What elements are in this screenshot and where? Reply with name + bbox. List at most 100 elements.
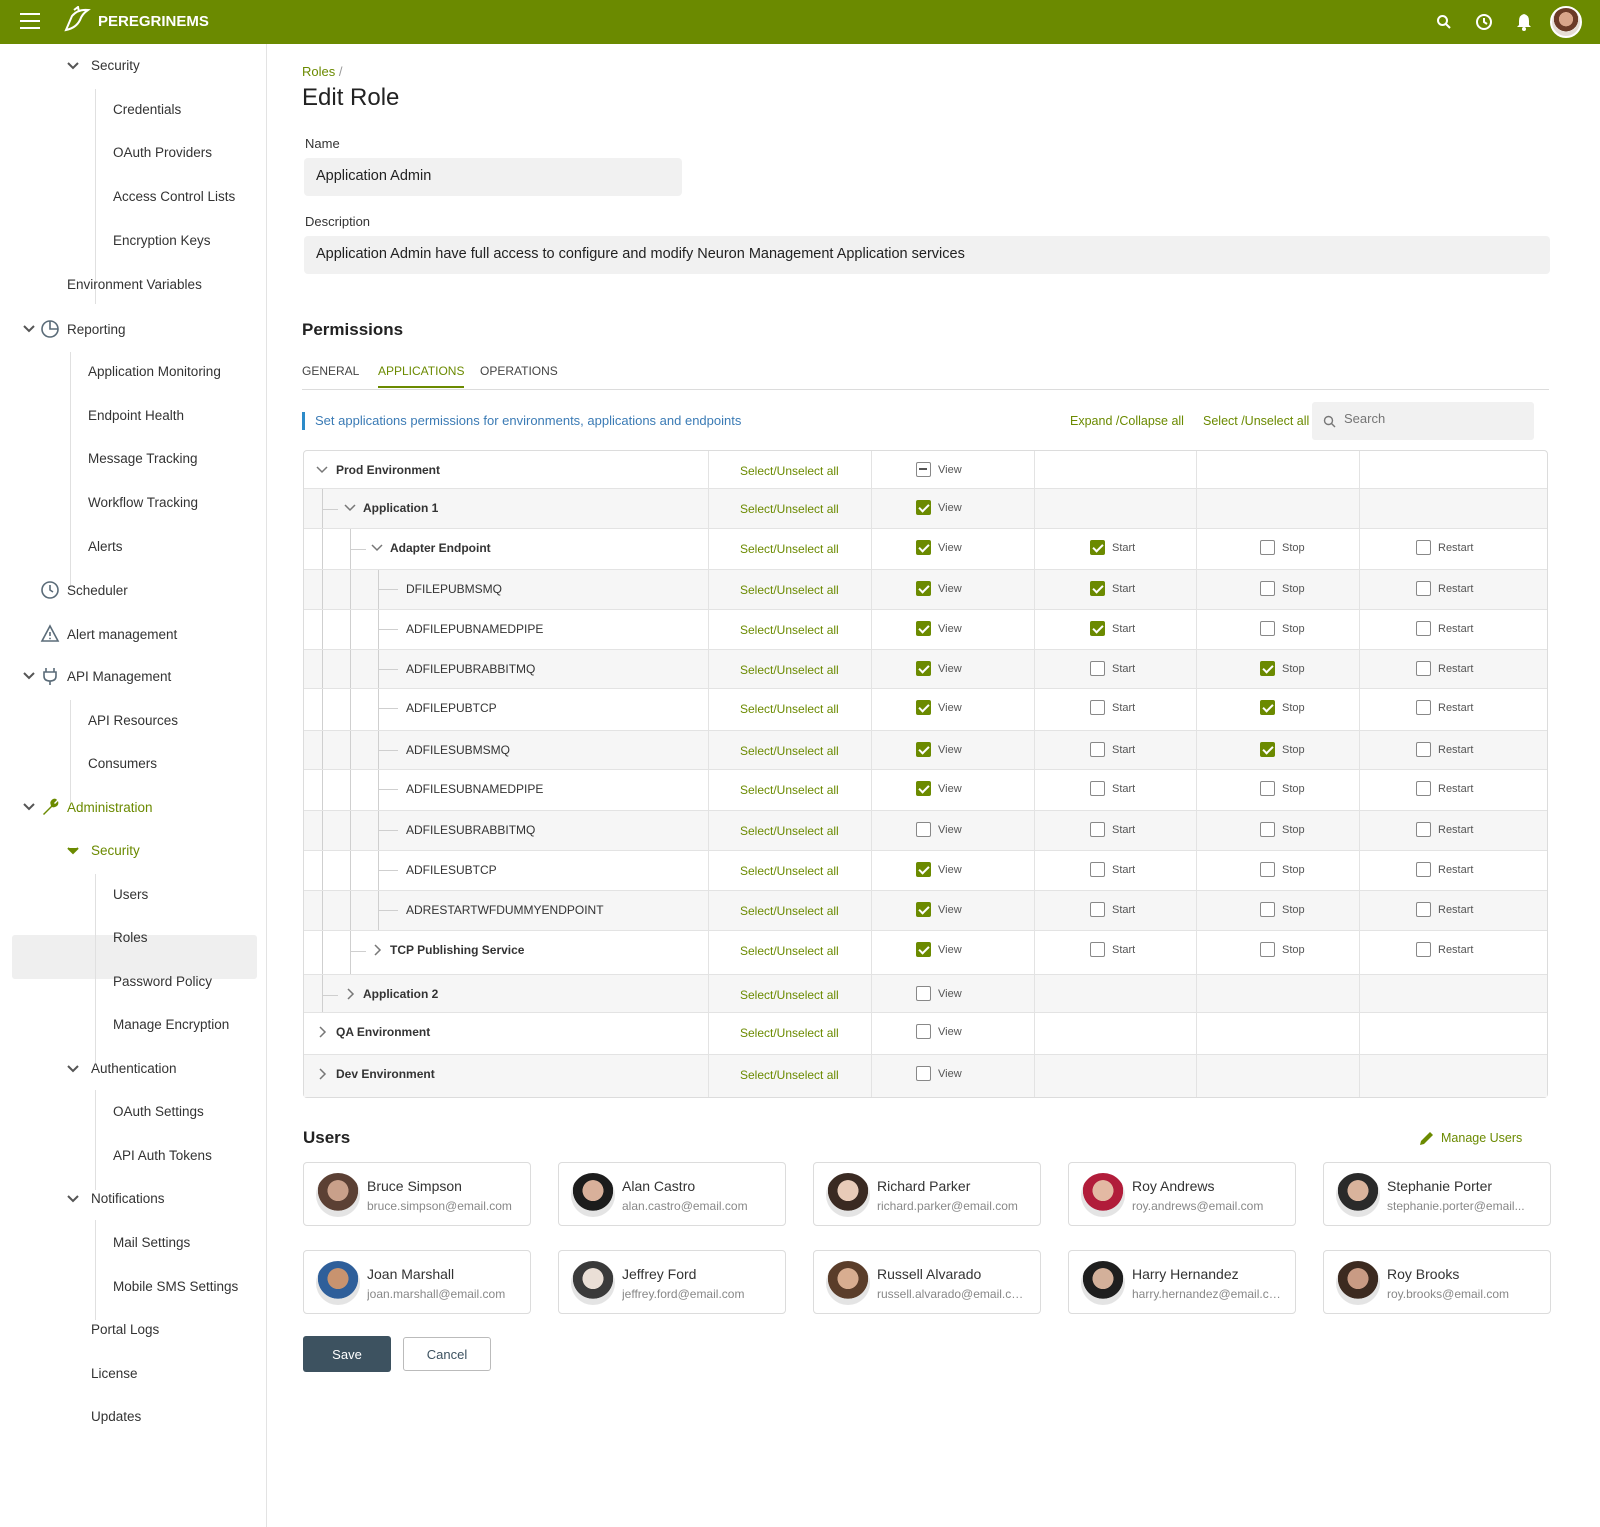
- sidebar-item-oauth-settings[interactable]: OAuth Settings: [113, 1104, 204, 1119]
- chevron-right-icon[interactable]: [371, 944, 383, 956]
- permission-start-checkbox[interactable]: Start: [1090, 862, 1135, 877]
- sidebar-item-administration[interactable]: Administration: [67, 800, 153, 815]
- row-select-unselect-link[interactable]: Select/Unselect all: [740, 944, 839, 958]
- permission-view-checkbox[interactable]: View: [916, 822, 962, 837]
- row-select-unselect-link[interactable]: Select/Unselect all: [740, 904, 839, 918]
- sidebar-item-environment-variables[interactable]: Environment Variables: [67, 277, 202, 292]
- row-select-unselect-link[interactable]: Select/Unselect all: [740, 824, 839, 838]
- permission-stop-checkbox[interactable]: Stop: [1260, 862, 1305, 877]
- chevron-down-icon[interactable]: [66, 61, 80, 71]
- permission-stop-checkbox[interactable]: Stop: [1260, 942, 1305, 957]
- permission-restart-checkbox[interactable]: Restart: [1416, 781, 1473, 796]
- sidebar-item-roles[interactable]: Roles: [113, 930, 148, 945]
- sidebar-item-application-monitoring[interactable]: Application Monitoring: [88, 364, 221, 379]
- tab-operations[interactable]: OPERATIONS: [480, 364, 558, 386]
- sidebar-item-api-auth-tokens[interactable]: API Auth Tokens: [113, 1148, 212, 1163]
- permission-restart-checkbox[interactable]: Restart: [1416, 902, 1473, 917]
- row-select-unselect-link[interactable]: Select/Unselect all: [740, 542, 839, 556]
- chevron-down-icon[interactable]: [344, 502, 356, 514]
- permission-stop-checkbox[interactable]: Stop: [1260, 540, 1305, 555]
- permission-view-checkbox[interactable]: View: [916, 621, 962, 636]
- chevron-down-icon[interactable]: [66, 846, 80, 856]
- permission-view-checkbox[interactable]: View: [916, 500, 962, 515]
- permission-restart-checkbox[interactable]: Restart: [1416, 942, 1473, 957]
- permission-view-checkbox[interactable]: View: [916, 462, 962, 477]
- permission-start-checkbox[interactable]: Start: [1090, 661, 1135, 676]
- permission-view-checkbox[interactable]: View: [916, 986, 962, 1001]
- permission-view-checkbox[interactable]: View: [916, 902, 962, 917]
- permission-view-checkbox[interactable]: View: [916, 540, 962, 555]
- permission-restart-checkbox[interactable]: Restart: [1416, 742, 1473, 757]
- chevron-right-icon[interactable]: [316, 1026, 328, 1038]
- permission-view-checkbox[interactable]: View: [916, 862, 962, 877]
- sidebar-item-admin-security[interactable]: Security: [91, 843, 140, 858]
- permission-view-checkbox[interactable]: View: [916, 1066, 962, 1081]
- user-card[interactable]: Harry Hernandez harry.hernandez@email.com: [1068, 1250, 1296, 1314]
- chevron-down-icon[interactable]: [22, 802, 36, 812]
- breadcrumb-roles-link[interactable]: Roles: [302, 64, 335, 79]
- sidebar-item-oauth-providers[interactable]: OAuth Providers: [113, 145, 212, 160]
- expand-collapse-all-link[interactable]: Expand /Collapse all: [1070, 414, 1184, 428]
- sidebar-item-api-resources[interactable]: API Resources: [88, 713, 178, 728]
- manage-users-button[interactable]: Manage Users: [1418, 1129, 1522, 1147]
- sidebar-item-updates[interactable]: Updates: [91, 1409, 141, 1424]
- row-select-unselect-link[interactable]: Select/Unselect all: [740, 464, 839, 478]
- user-card[interactable]: Bruce Simpson bruce.simpson@email.com: [303, 1162, 531, 1226]
- permission-restart-checkbox[interactable]: Restart: [1416, 700, 1473, 715]
- search-input[interactable]: [1344, 411, 1524, 426]
- sidebar-item-notifications[interactable]: Notifications: [91, 1191, 165, 1206]
- permission-start-checkbox[interactable]: Start: [1090, 822, 1135, 837]
- sidebar-item-scheduler[interactable]: Scheduler: [67, 583, 128, 598]
- permission-view-checkbox[interactable]: View: [916, 1024, 962, 1039]
- permission-view-checkbox[interactable]: View: [916, 942, 962, 957]
- select-unselect-all-link[interactable]: Select /Unselect all: [1203, 414, 1309, 428]
- user-card[interactable]: Alan Castro alan.castro@email.com: [558, 1162, 786, 1226]
- name-input[interactable]: Application Admin: [304, 158, 682, 196]
- sidebar-item-consumers[interactable]: Consumers: [88, 756, 157, 771]
- user-card[interactable]: Jeffrey Ford jeffrey.ford@email.com: [558, 1250, 786, 1314]
- chevron-down-icon[interactable]: [66, 1194, 80, 1204]
- chevron-down-icon[interactable]: [22, 671, 36, 681]
- permission-stop-checkbox[interactable]: Stop: [1260, 581, 1305, 596]
- sidebar-item-security[interactable]: Security: [91, 58, 140, 73]
- sidebar-item-access-control-lists[interactable]: Access Control Lists: [113, 189, 235, 204]
- user-card[interactable]: Roy Andrews roy.andrews@email.com: [1068, 1162, 1296, 1226]
- user-card[interactable]: Joan Marshall joan.marshall@email.com: [303, 1250, 531, 1314]
- permission-start-checkbox[interactable]: Start: [1090, 781, 1135, 796]
- permission-stop-checkbox[interactable]: Stop: [1260, 822, 1305, 837]
- row-select-unselect-link[interactable]: Select/Unselect all: [740, 744, 839, 758]
- sidebar-item-mobile-sms-settings[interactable]: Mobile SMS Settings: [113, 1279, 238, 1294]
- row-select-unselect-link[interactable]: Select/Unselect all: [740, 1026, 839, 1040]
- cancel-button[interactable]: Cancel: [403, 1337, 491, 1371]
- user-avatar[interactable]: [1550, 6, 1582, 38]
- permission-view-checkbox[interactable]: View: [916, 700, 962, 715]
- permission-start-checkbox[interactable]: Start: [1090, 581, 1135, 596]
- tab-applications[interactable]: APPLICATIONS: [378, 364, 465, 388]
- save-button[interactable]: Save: [303, 1336, 391, 1372]
- user-card[interactable]: Richard Parker richard.parker@email.com: [813, 1162, 1041, 1226]
- sidebar-item-manage-encryption[interactable]: Manage Encryption: [113, 1017, 229, 1032]
- description-input[interactable]: Application Admin have full access to co…: [304, 236, 1550, 274]
- permission-start-checkbox[interactable]: Start: [1090, 942, 1135, 957]
- permission-stop-checkbox[interactable]: Stop: [1260, 621, 1305, 636]
- chevron-down-icon[interactable]: [316, 464, 328, 476]
- permission-start-checkbox[interactable]: Start: [1090, 621, 1135, 636]
- row-select-unselect-link[interactable]: Select/Unselect all: [740, 663, 839, 677]
- row-select-unselect-link[interactable]: Select/Unselect all: [740, 583, 839, 597]
- user-card[interactable]: Roy Brooks roy.brooks@email.com: [1323, 1250, 1551, 1314]
- bell-icon[interactable]: [1504, 6, 1544, 38]
- sidebar-item-users[interactable]: Users: [113, 887, 148, 902]
- row-select-unselect-link[interactable]: Select/Unselect all: [740, 702, 839, 716]
- sidebar-item-alert-management[interactable]: Alert management: [67, 627, 177, 642]
- permission-view-checkbox[interactable]: View: [916, 781, 962, 796]
- sidebar-item-reporting[interactable]: Reporting: [67, 322, 126, 337]
- permission-stop-checkbox[interactable]: Stop: [1260, 781, 1305, 796]
- permission-start-checkbox[interactable]: Start: [1090, 540, 1135, 555]
- sidebar-item-password-policy[interactable]: Password Policy: [113, 974, 212, 989]
- row-select-unselect-link[interactable]: Select/Unselect all: [740, 1068, 839, 1082]
- sidebar-item-api-management[interactable]: API Management: [67, 669, 171, 684]
- row-select-unselect-link[interactable]: Select/Unselect all: [740, 988, 839, 1002]
- chevron-down-icon[interactable]: [66, 1064, 80, 1074]
- sidebar-item-endpoint-health[interactable]: Endpoint Health: [88, 408, 184, 423]
- sidebar-item-license[interactable]: License: [91, 1366, 138, 1381]
